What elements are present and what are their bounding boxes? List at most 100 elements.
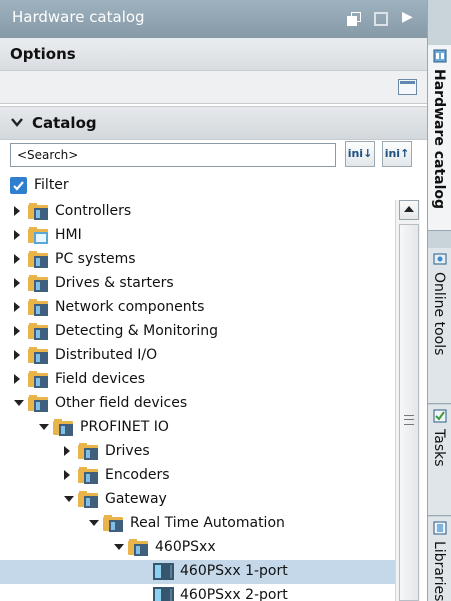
options-label: Options [10, 45, 76, 63]
tree-scrollbar[interactable] [395, 200, 420, 601]
folder-icon [53, 419, 74, 436]
hmi-folder-icon [28, 227, 49, 244]
options-section-header[interactable]: Options [0, 38, 427, 71]
tree-item[interactable]: 460PSxx [0, 536, 395, 560]
device-icon [153, 563, 174, 580]
expand-arrow-closed-icon[interactable] [14, 326, 20, 336]
tree-item-label: PROFINET IO [80, 419, 169, 435]
tab-online-tools[interactable]: Online tools [428, 248, 451, 404]
tree-item[interactable]: Drives [0, 440, 395, 464]
tree-item[interactable]: PC systems [0, 248, 395, 272]
catalog-tree: Controllers HMI PC systems Drives & starter… [0, 200, 395, 601]
options-section-body [0, 71, 427, 104]
panel-titlebar: Hardware catalog ▶ [0, 0, 427, 38]
folder-icon [28, 371, 49, 388]
folder-icon [28, 275, 49, 292]
expand-arrow-closed-icon[interactable] [14, 230, 20, 240]
tree-item-label: Controllers [55, 203, 132, 219]
tree-item-label: Distributed I/O [55, 347, 158, 363]
folder-icon [28, 251, 49, 268]
expand-arrow-closed-icon[interactable] [14, 350, 20, 360]
tab-libraries[interactable]: Libraries [428, 517, 451, 601]
tree-item-label: Drives & starters [55, 275, 174, 291]
expand-arrow-open-icon[interactable] [114, 544, 124, 550]
expand-arrow-closed-icon[interactable] [14, 278, 20, 288]
float-window-icon[interactable] [347, 12, 361, 26]
folder-icon [128, 539, 149, 556]
folder-icon [28, 323, 49, 340]
tree-item[interactable]: Detecting & Monitoring [0, 320, 395, 344]
tree-item[interactable]: Distributed I/O [0, 344, 395, 368]
collapse-arrow-icon[interactable]: ▶ [402, 9, 413, 25]
folder-icon [28, 203, 49, 220]
folder-icon [78, 443, 99, 460]
scroll-thumb[interactable] [399, 224, 419, 601]
tree-item-label: Real Time Automation [130, 515, 285, 531]
tree-item-label: Gateway [105, 491, 167, 507]
pin-panel-icon[interactable] [374, 12, 388, 26]
tree-item-label: Drives [105, 443, 150, 459]
expand-arrow-open-icon[interactable] [39, 424, 49, 430]
tree-item-label: HMI [55, 227, 82, 243]
filter-checkbox[interactable] [10, 177, 27, 194]
tree-item-label: Detecting & Monitoring [55, 323, 219, 339]
hardware-catalog-panel: Hardware catalog ▶ Options Catalog ini↓ … [0, 0, 427, 601]
expand-arrow-open-icon[interactable] [14, 400, 24, 406]
expand-arrow-open-icon[interactable] [64, 496, 74, 502]
catalog-label: Catalog [32, 114, 97, 132]
side-tab-strip: Hardware catalog Online tools Tasks Libr… [427, 0, 451, 601]
tab-label: Hardware catalog [431, 69, 447, 210]
search-down-button[interactable]: ini↓ [345, 141, 375, 167]
tree-item-label: Network components [55, 299, 205, 315]
search-input[interactable] [10, 143, 336, 167]
expand-arrow-closed-icon[interactable] [14, 254, 20, 264]
folder-icon [78, 491, 99, 508]
catalog-section-header[interactable]: Catalog [0, 106, 427, 140]
expand-arrow-closed-icon[interactable] [64, 470, 70, 480]
filter-label: Filter [34, 177, 69, 193]
tree-item-label: 460PSxx 2-port [180, 587, 288, 601]
search-up-button[interactable]: ini↑ [382, 141, 412, 167]
tree-item[interactable]: Real Time Automation [0, 512, 395, 536]
tasks-icon [433, 409, 447, 423]
tab-label: Online tools [431, 272, 447, 356]
expand-arrow-closed-icon[interactable] [14, 374, 20, 384]
tab-hardware-catalog[interactable]: Hardware catalog [428, 45, 451, 231]
tree-item[interactable]: HMI [0, 224, 395, 248]
tree-item-label: Field devices [55, 371, 146, 387]
expand-arrow-closed-icon[interactable] [14, 206, 20, 216]
libraries-icon [433, 521, 447, 535]
scroll-up-button[interactable] [399, 200, 419, 220]
catalog-icon [433, 49, 447, 63]
tab-label: Libraries [431, 541, 447, 601]
options-view-button[interactable] [398, 79, 417, 95]
tree-item[interactable]: PROFINET IO [0, 416, 395, 440]
chevron-down-icon[interactable] [10, 115, 26, 131]
tree-item[interactable]: Network components [0, 296, 395, 320]
scroll-grip-icon [404, 415, 414, 425]
folder-icon [103, 515, 124, 532]
tree-item[interactable]: Drives & starters [0, 272, 395, 296]
device-icon [153, 587, 174, 601]
tree-item[interactable]: Controllers [0, 200, 395, 224]
tree-item[interactable]: Encoders [0, 464, 395, 488]
online-tools-icon [433, 252, 447, 266]
expand-arrow-closed-icon[interactable] [14, 302, 20, 312]
tab-tasks[interactable]: Tasks [428, 405, 451, 516]
folder-icon [78, 467, 99, 484]
tree-item[interactable]: Gateway [0, 488, 395, 512]
tab-label: Tasks [431, 429, 447, 467]
panel-title: Hardware catalog [12, 8, 145, 26]
tree-item[interactable]: 460PSxx 2-port [0, 584, 395, 601]
tree-item[interactable]: Field devices [0, 368, 395, 392]
tree-item-label: 460PSxx 1-port [180, 563, 288, 579]
tree-item-label: Other field devices [55, 395, 188, 411]
folder-icon [28, 347, 49, 364]
tree-item-label: Encoders [105, 467, 170, 483]
tree-item[interactable]: 460PSxx 1-port [0, 560, 395, 584]
tree-item[interactable]: Other field devices [0, 392, 395, 416]
expand-arrow-open-icon[interactable] [89, 520, 99, 526]
expand-arrow-closed-icon[interactable] [64, 446, 70, 456]
tree-item-label: 460PSxx [155, 539, 216, 555]
tree-item-label: PC systems [55, 251, 136, 267]
